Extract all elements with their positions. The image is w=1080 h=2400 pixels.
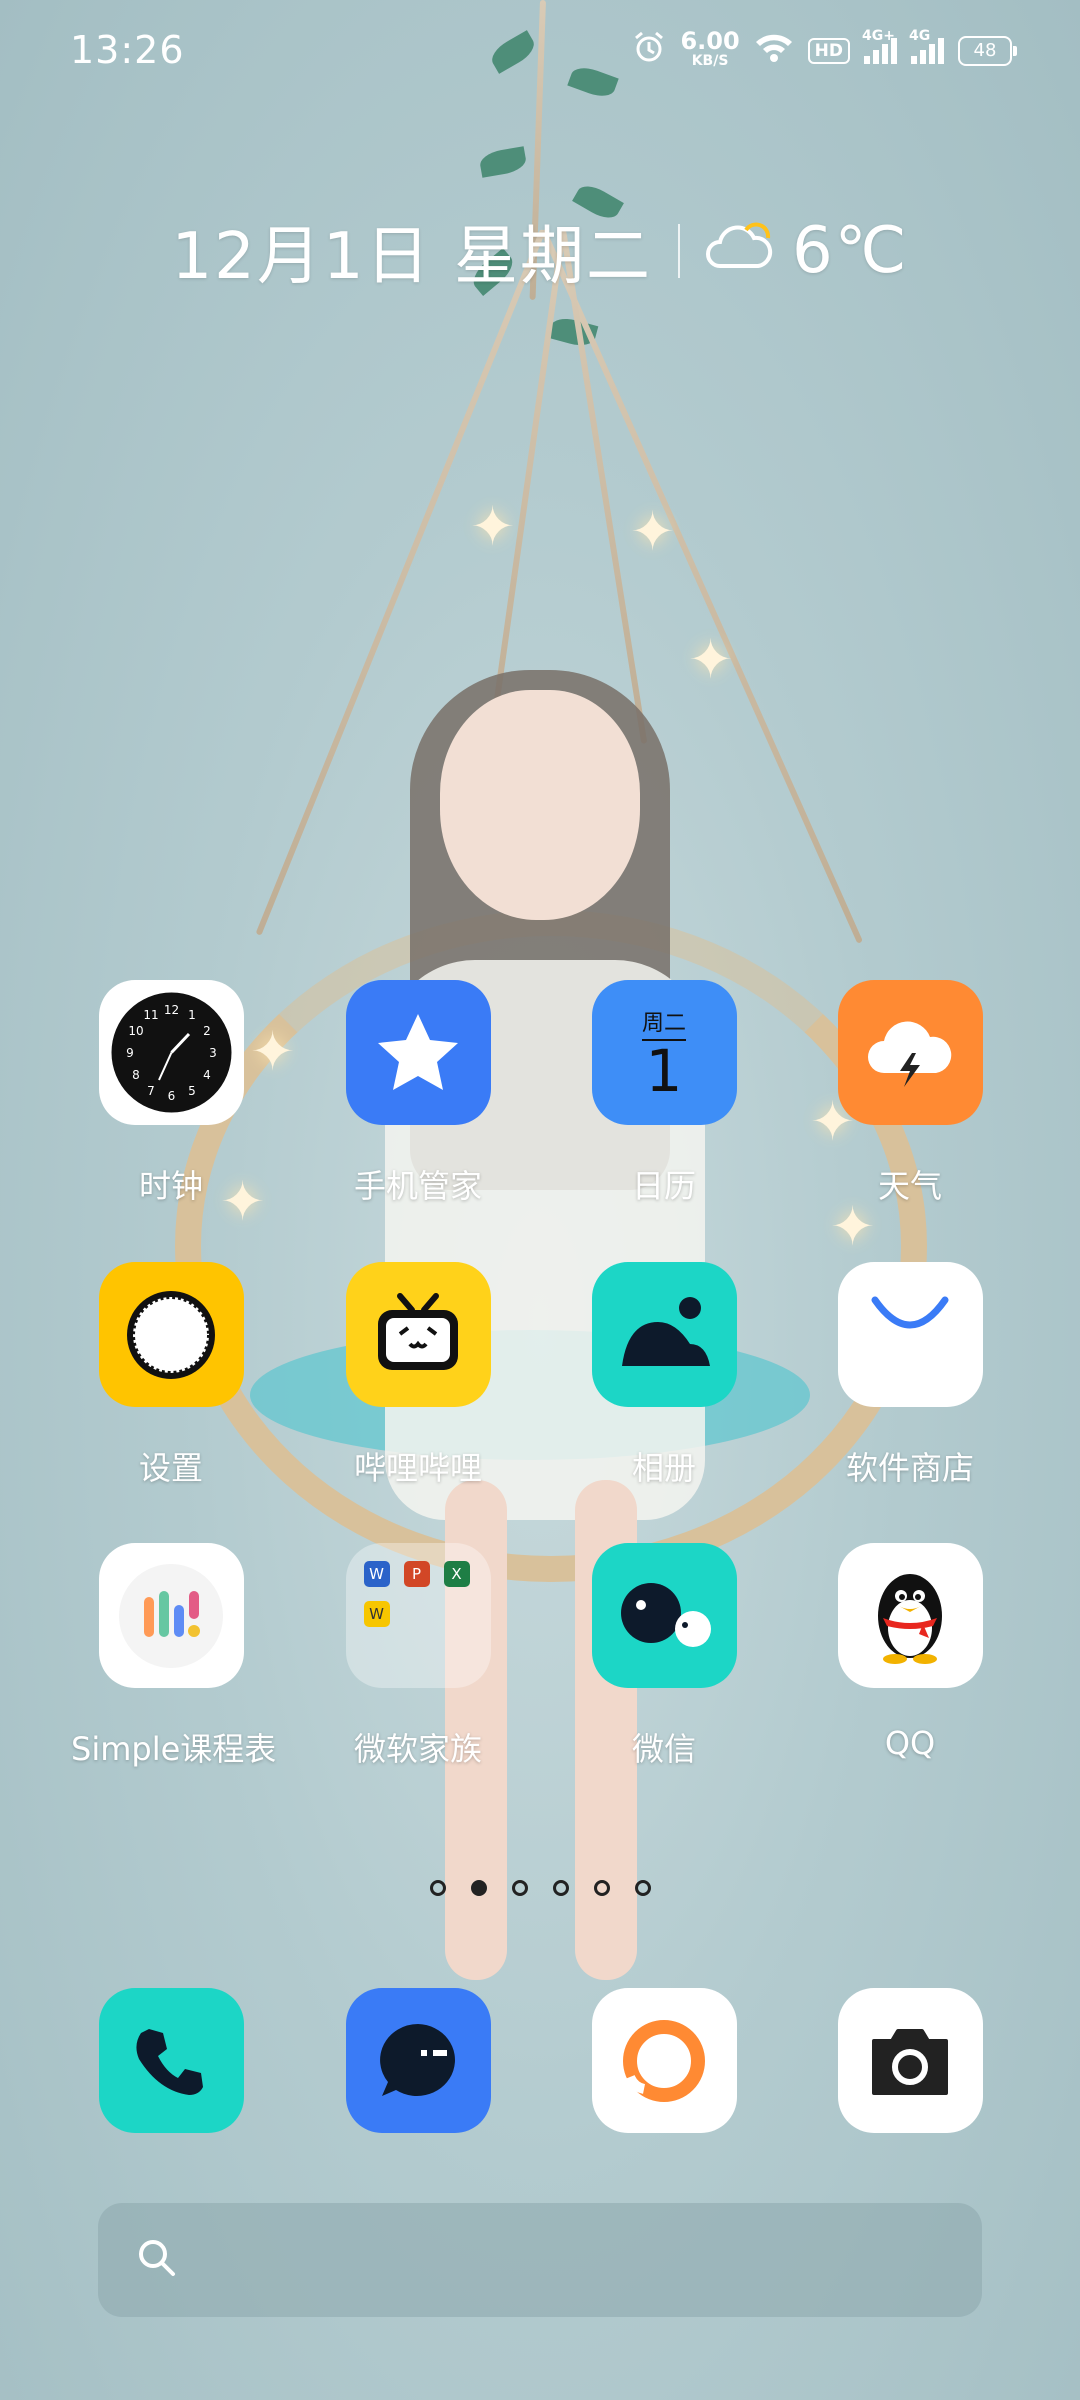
star-shield-icon	[345, 980, 491, 1125]
bilibili-icon	[345, 1262, 491, 1407]
app-label: 时钟	[138, 1167, 203, 1205]
search-icon	[136, 2237, 178, 2283]
wechat-icon	[591, 1543, 737, 1688]
app-label: 软件商店	[845, 1449, 974, 1487]
gallery-icon	[591, 1262, 737, 1407]
page-dot[interactable]	[593, 1880, 610, 1896]
search-bar[interactable]	[98, 2203, 982, 2317]
signal-icon: 4G	[909, 28, 944, 64]
app-folder-microsoft[interactable]: W P X W 微软家族	[318, 1543, 518, 1770]
app-label: Simple课程表	[71, 1730, 277, 1768]
app-label: 相册	[631, 1449, 696, 1487]
page-dot[interactable]	[634, 1880, 651, 1896]
app-label: 微信	[631, 1730, 696, 1768]
app-settings[interactable]: 设置	[71, 1262, 271, 1489]
timetable-icon	[98, 1543, 244, 1688]
hd-icon: HD	[807, 37, 850, 64]
date-text: 12月1日 星期二	[171, 220, 652, 294]
calendar-day: 1	[645, 1036, 683, 1105]
svg-text:6: 6	[167, 1089, 175, 1103]
page-dot-active[interactable]	[470, 1880, 487, 1896]
svg-text:2: 2	[203, 1024, 211, 1038]
app-label: 哔哩哔哩	[353, 1449, 482, 1487]
camera-icon	[837, 1988, 983, 2133]
app-store-icon	[837, 1262, 983, 1407]
app-simple-timetable[interactable]: Simple课程表	[71, 1543, 277, 1770]
divider	[677, 224, 680, 278]
battery-icon: 48	[958, 35, 1017, 66]
network-type-1: 4G+	[862, 27, 895, 44]
qq-penguin-icon	[837, 1543, 983, 1688]
partly-cloudy-icon	[705, 214, 776, 288]
svg-text:9: 9	[126, 1046, 134, 1060]
page-dot[interactable]	[552, 1880, 569, 1896]
wps-icon: W	[363, 1601, 390, 1627]
app-clock[interactable]: 12 1 2 3 4567 8 9 10 11 时钟	[71, 980, 271, 1207]
word-icon: W	[363, 1561, 390, 1587]
svg-text:3: 3	[209, 1046, 217, 1060]
page-dot[interactable]	[429, 1880, 446, 1896]
alarm-icon	[632, 30, 666, 71]
svg-text:8: 8	[132, 1068, 140, 1082]
dock-phone[interactable]	[71, 1988, 271, 2133]
app-label: 天气	[877, 1167, 942, 1205]
svg-text:10: 10	[128, 1024, 143, 1038]
svg-text:7: 7	[147, 1084, 155, 1098]
app-label: QQ	[884, 1724, 936, 1762]
app-label: 日历	[631, 1167, 696, 1205]
powerpoint-icon: P	[403, 1561, 430, 1587]
svg-text:4: 4	[203, 1068, 211, 1082]
message-icon	[345, 1988, 491, 2133]
calendar-weekday: 周二	[641, 1005, 686, 1041]
temperature-text: 6℃	[791, 214, 909, 288]
svg-text:12: 12	[163, 1003, 178, 1017]
browser-icon	[591, 1988, 737, 2133]
folder-icon: W P X W	[345, 1543, 491, 1688]
app-gallery[interactable]: 相册	[564, 1262, 764, 1489]
network-type-2: 4G	[909, 27, 931, 44]
dock-camera[interactable]	[810, 1988, 1010, 2133]
app-wechat[interactable]: 微信	[564, 1543, 764, 1770]
page-indicator[interactable]	[0, 1880, 1080, 1896]
svg-text:11: 11	[143, 1008, 158, 1022]
app-phone-manager[interactable]: 手机管家	[318, 980, 518, 1207]
svg-text:5: 5	[188, 1084, 196, 1098]
gear-icon	[98, 1262, 244, 1407]
clock-icon: 12 1 2 3 4567 8 9 10 11	[98, 980, 244, 1125]
app-store[interactable]: 软件商店	[810, 1262, 1010, 1489]
app-label: 设置	[138, 1449, 203, 1487]
svg-text:1: 1	[188, 1008, 196, 1022]
network-speed: 6.00 KB/S	[680, 26, 740, 71]
excel-icon: X	[443, 1561, 470, 1587]
signal-icon: 4G+	[862, 28, 897, 64]
dock-browser[interactable]	[564, 1988, 764, 2133]
status-bar: 13:26 6.00 KB/S HD 4G+ 4G 48	[0, 0, 1080, 100]
app-calendar[interactable]: 周二 1 日历	[564, 980, 764, 1207]
app-label: 手机管家	[353, 1167, 482, 1205]
app-weather[interactable]: 天气	[810, 980, 1010, 1207]
speed-value: 6.00	[680, 26, 740, 55]
status-time: 13:26	[70, 28, 185, 72]
wifi-icon	[754, 31, 794, 70]
app-qq[interactable]: QQ	[810, 1543, 1010, 1762]
dock-messages[interactable]	[318, 1988, 518, 2133]
app-bilibili[interactable]: 哔哩哔哩	[318, 1262, 518, 1489]
app-label: 微软家族	[353, 1730, 482, 1768]
calendar-icon: 周二 1	[591, 980, 737, 1125]
phone-icon	[98, 1988, 244, 2133]
cloud-lightning-icon	[837, 980, 983, 1125]
speed-unit: KB/S	[691, 52, 729, 69]
date-weather-widget[interactable]: 12月1日 星期二 6℃	[0, 205, 1080, 297]
page-dot[interactable]	[511, 1880, 528, 1896]
